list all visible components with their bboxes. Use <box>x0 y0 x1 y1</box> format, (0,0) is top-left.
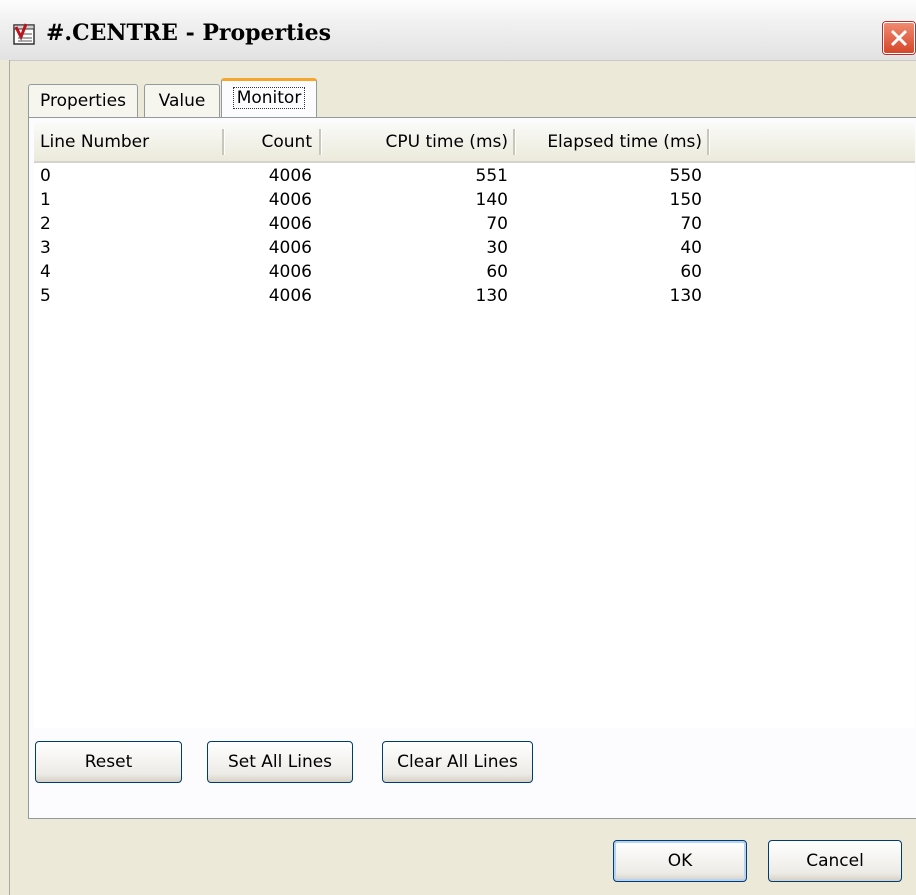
count-cell: 4006 <box>268 190 312 210</box>
cpu-time-cell: 60 <box>486 262 508 282</box>
line-number-cell: 0 <box>40 166 51 186</box>
table-row[interactable]: 2 4006 70 70 <box>34 212 915 236</box>
column-divider[interactable] <box>707 129 710 155</box>
tab-monitor-label: Monitor <box>232 87 306 109</box>
elapsed-time-cell: 70 <box>680 214 702 234</box>
column-divider[interactable] <box>222 129 225 155</box>
properties-dialog: #.CENTRE - Properties Properties Value M… <box>0 0 916 895</box>
set-all-lines-button[interactable]: Set All Lines <box>207 741 353 783</box>
table-row[interactable]: 4 4006 60 60 <box>34 260 915 284</box>
table-row[interactable]: 0 4006 551 550 <box>34 164 915 188</box>
column-divider[interactable] <box>513 129 516 155</box>
cpu-time-cell: 130 <box>475 286 508 306</box>
cpu-time-cell: 70 <box>486 214 508 234</box>
elapsed-time-cell: 130 <box>669 286 702 306</box>
list-header: Line Number Count CPU time (ms) Elapsed … <box>34 123 915 163</box>
cpu-time-cell: 551 <box>475 166 508 186</box>
table-row[interactable]: 3 4006 30 40 <box>34 236 915 260</box>
count-cell: 4006 <box>268 286 312 306</box>
line-number-cell: 2 <box>40 214 51 234</box>
count-cell: 4006 <box>268 262 312 282</box>
count-cell: 4006 <box>268 166 312 186</box>
window-title: #.CENTRE - Properties <box>46 20 332 46</box>
monitor-list[interactable]: Line Number Count CPU time (ms) Elapsed … <box>34 123 915 728</box>
table-row[interactable]: 5 4006 130 130 <box>34 284 915 308</box>
elapsed-time-cell: 550 <box>669 166 702 186</box>
reset-button[interactable]: Reset <box>35 741 182 783</box>
line-number-cell: 3 <box>40 238 51 258</box>
column-header-cpu-time[interactable]: CPU time (ms) <box>324 123 508 161</box>
script-properties-icon <box>13 23 35 45</box>
column-header-count[interactable]: Count <box>226 123 313 161</box>
tab-properties-label: Properties <box>40 91 126 111</box>
tab-value[interactable]: Value <box>144 84 220 117</box>
window-left-border <box>0 60 10 895</box>
ok-button[interactable]: OK <box>613 840 747 882</box>
cpu-time-cell: 30 <box>486 238 508 258</box>
count-cell: 4006 <box>268 214 312 234</box>
count-cell: 4006 <box>268 238 312 258</box>
cpu-time-cell: 140 <box>475 190 508 210</box>
line-number-cell: 5 <box>40 286 51 306</box>
column-header-elapsed-time[interactable]: Elapsed time (ms) <box>518 123 702 161</box>
tab-value-label: Value <box>158 91 206 111</box>
column-divider[interactable] <box>319 129 322 155</box>
line-number-cell: 4 <box>40 262 51 282</box>
title-bar[interactable]: #.CENTRE - Properties <box>0 0 916 61</box>
cancel-button[interactable]: Cancel <box>768 840 902 882</box>
close-icon <box>890 29 908 47</box>
monitor-panel: Line Number Count CPU time (ms) Elapsed … <box>28 117 916 819</box>
line-number-cell: 1 <box>40 190 51 210</box>
tab-properties[interactable]: Properties <box>28 84 138 117</box>
column-header-line-number[interactable]: Line Number <box>40 123 220 161</box>
elapsed-time-cell: 150 <box>669 190 702 210</box>
table-row[interactable]: 1 4006 140 150 <box>34 188 915 212</box>
clear-all-lines-button[interactable]: Clear All Lines <box>382 741 533 783</box>
elapsed-time-cell: 40 <box>680 238 702 258</box>
elapsed-time-cell: 60 <box>680 262 702 282</box>
close-button[interactable] <box>883 22 915 54</box>
tab-monitor[interactable]: Monitor <box>221 78 317 121</box>
